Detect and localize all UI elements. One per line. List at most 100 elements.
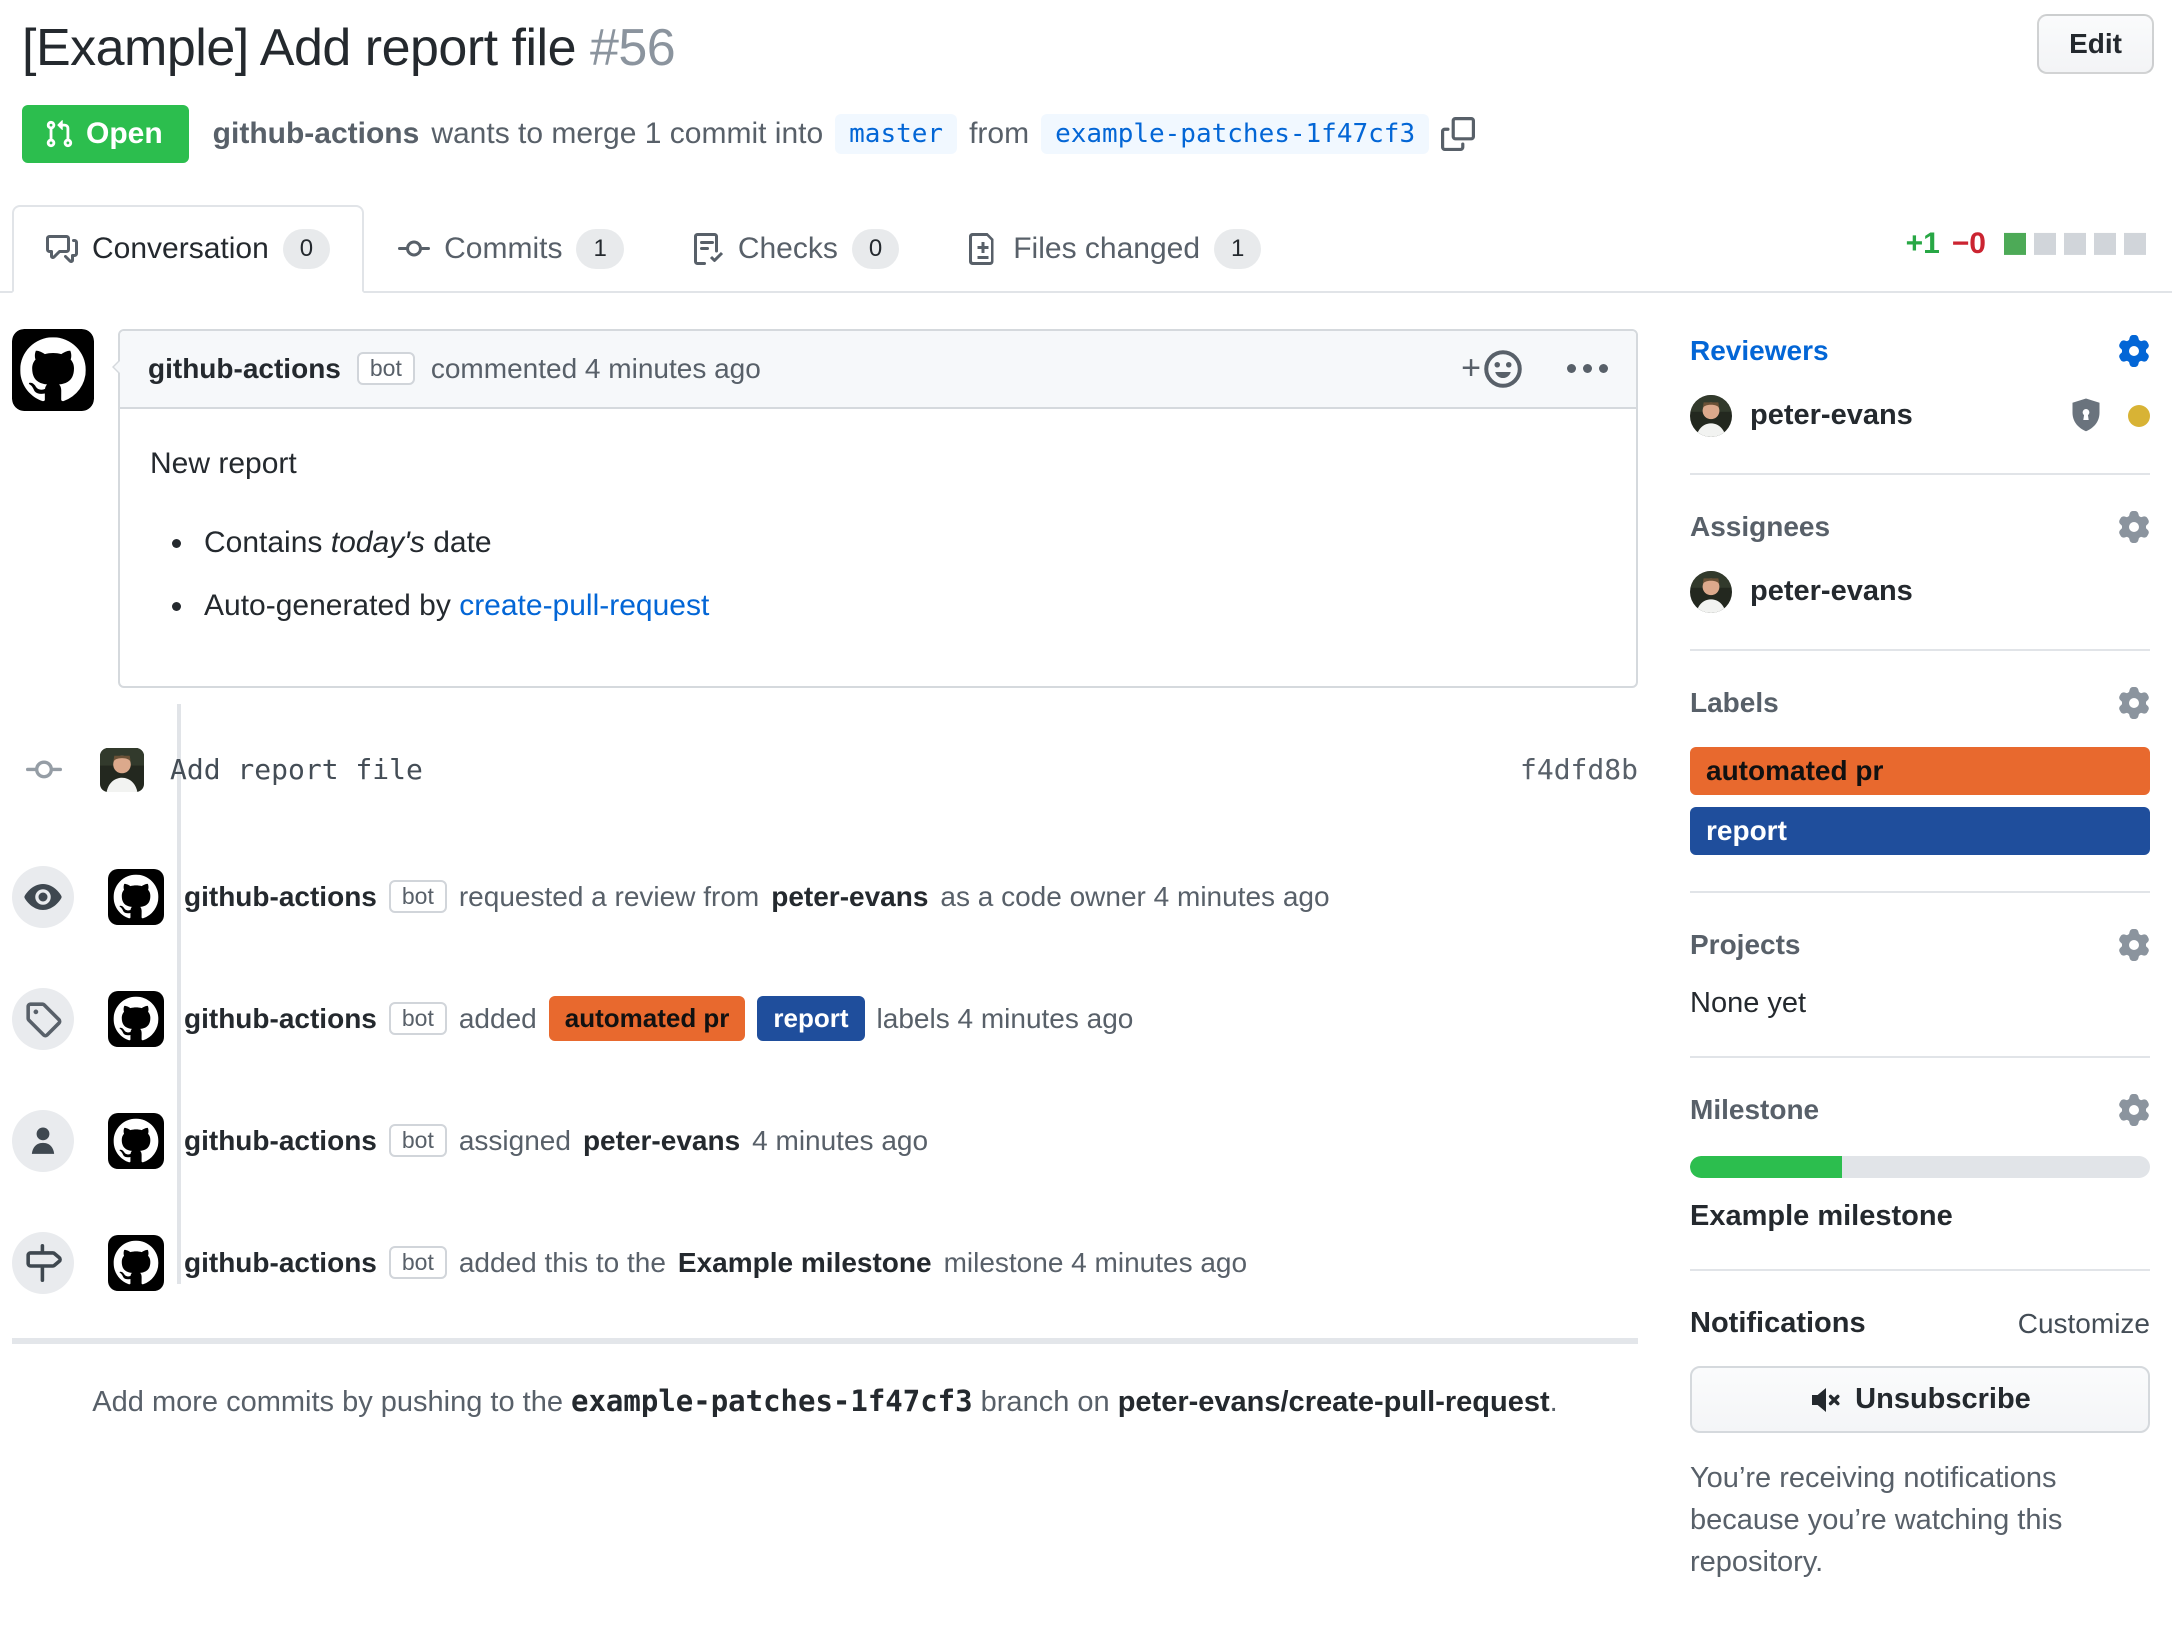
notifications-header: Notifications Customize — [1690, 1307, 2150, 1340]
event-verb: assigned — [459, 1125, 571, 1157]
assignee-name[interactable]: peter-evans — [1750, 575, 1913, 608]
event-text: github-actions bot added this to the Exa… — [184, 1246, 1247, 1279]
diff-block-added — [2004, 233, 2026, 255]
label-automated-pr[interactable]: automated pr — [1690, 747, 2150, 795]
sidebar-section-labels: Labels automated pr report — [1690, 681, 2150, 894]
state-label: Open — [86, 117, 163, 151]
unsubscribe-button[interactable]: Unsubscribe — [1690, 1366, 2150, 1433]
copy-icon — [1441, 117, 1475, 151]
base-branch-chip[interactable]: master — [835, 114, 957, 154]
milestone-gear-button[interactable] — [2118, 1094, 2150, 1126]
bot-badge: bot — [389, 1002, 447, 1035]
pr-number: #56 — [590, 19, 675, 77]
commit-message[interactable]: Add report file — [170, 753, 423, 786]
comment-options-button[interactable] — [1567, 364, 1608, 373]
additions-count: +1 — [1906, 227, 1940, 261]
projects-gear-button[interactable] — [2118, 929, 2150, 961]
content: github-actions bot commented 4 minutes a… — [0, 293, 2172, 1650]
tab-conversation[interactable]: Conversation 0 — [12, 205, 364, 293]
deletions-count: −0 — [1952, 227, 1986, 261]
label-report[interactable]: report — [757, 996, 864, 1042]
comment-body: New report Contains today's date Auto-ge… — [120, 409, 1636, 686]
page-title: [Example] Add report file #56 — [22, 16, 2146, 81]
tab-commits[interactable]: Commits 1 — [364, 205, 658, 293]
merge-summary: github-actions wants to merge 1 commit i… — [213, 114, 1475, 154]
event-target[interactable]: peter-evans — [771, 881, 928, 913]
timeline-end-divider — [12, 1338, 1638, 1344]
github-actions-avatar[interactable] — [108, 869, 164, 925]
github-actions-avatar[interactable] — [108, 1113, 164, 1169]
labels-header: Labels — [1690, 687, 2150, 719]
bullet-text: date — [425, 526, 492, 559]
comment: github-actions bot commented 4 minutes a… — [12, 329, 1638, 688]
reviewers-title[interactable]: Reviewers — [1690, 335, 1829, 367]
pr-author[interactable]: github-actions — [213, 117, 420, 151]
mute-icon — [1809, 1384, 1841, 1416]
event-target[interactable]: peter-evans — [583, 1125, 740, 1157]
sidebar-section-projects: Projects None yet — [1690, 923, 2150, 1058]
reviewers-header: Reviewers — [1690, 335, 2150, 367]
tab-files-changed[interactable]: Files changed 1 — [933, 205, 1295, 293]
bullet-text: Auto-generated by — [204, 589, 459, 622]
event-time: 4 minutes ago — [752, 1125, 928, 1157]
reviewer-row: peter-evans — [1690, 395, 2150, 437]
peter-evans-avatar[interactable] — [100, 748, 144, 792]
create-pull-request-link[interactable]: create-pull-request — [459, 589, 709, 622]
copy-branch-button[interactable] — [1441, 117, 1475, 151]
comment-author[interactable]: github-actions — [148, 353, 341, 385]
push-text: . — [1550, 1386, 1558, 1418]
customize-link[interactable]: Customize — [2018, 1308, 2150, 1340]
timeline-event-labels-added: github-actions bot added automated pr re… — [12, 988, 1638, 1050]
label-report[interactable]: report — [1690, 807, 2150, 855]
event-author[interactable]: github-actions — [184, 1125, 377, 1157]
event-author[interactable]: github-actions — [184, 1003, 377, 1035]
diff-block-neutral — [2064, 233, 2086, 255]
from-text: from — [969, 117, 1029, 151]
comment-list: Contains today's date Auto-generated by … — [150, 520, 1606, 628]
peter-evans-avatar[interactable] — [1690, 395, 1732, 437]
labels-gear-button[interactable] — [2118, 687, 2150, 719]
event-target[interactable]: Example milestone — [678, 1247, 932, 1279]
timeline: Add report file f4dfd8b github-actions b… — [12, 734, 1638, 1294]
label-automated-pr[interactable]: automated pr — [549, 996, 746, 1042]
sidebar-section-notifications: Notifications Customize Unsubscribe You’… — [1690, 1301, 2150, 1619]
tab-label: Commits — [444, 232, 562, 266]
notifications-title: Notifications — [1690, 1307, 1866, 1340]
assignees-gear-button[interactable] — [2118, 511, 2150, 543]
add-reaction-button[interactable]: + — [1461, 349, 1523, 389]
github-actions-avatar[interactable] — [12, 329, 94, 411]
comment-header: github-actions bot commented 4 minutes a… — [120, 331, 1636, 409]
diff-block-neutral — [2094, 233, 2116, 255]
timeline-event-review-requested: github-actions bot requested a review fr… — [12, 866, 1638, 928]
event-author[interactable]: github-actions — [184, 1247, 377, 1279]
merge-text: wants to merge 1 commit into — [431, 117, 823, 151]
edit-button[interactable]: Edit — [2037, 14, 2154, 74]
milestone-progress-bar — [1690, 1156, 2150, 1178]
reviewer-name[interactable]: peter-evans — [1750, 399, 1913, 432]
push-branch: example-patches-1f47cf3 — [571, 1384, 973, 1418]
comment-meta[interactable]: commented 4 minutes ago — [431, 353, 761, 385]
pending-review-dot — [2128, 405, 2150, 427]
conversation-icon — [46, 233, 78, 265]
head-branch-chip[interactable]: example-patches-1f47cf3 — [1041, 114, 1429, 154]
assignee-row: peter-evans — [1690, 571, 2150, 613]
projects-title: Projects — [1690, 929, 1801, 961]
push-text: Add more commits by pushing to the — [92, 1386, 571, 1418]
unsubscribe-label: Unsubscribe — [1855, 1383, 2031, 1416]
tab-navigation: Conversation 0 Commits 1 Checks 0 Files … — [0, 205, 2172, 293]
tab-checks[interactable]: Checks 0 — [658, 205, 933, 293]
milestone-name[interactable]: Example milestone — [1690, 1200, 2150, 1233]
event-time: labels 4 minutes ago — [877, 1003, 1134, 1035]
event-author[interactable]: github-actions — [184, 881, 377, 913]
tab-count: 0 — [283, 229, 330, 269]
pr-title-text: [Example] Add report file — [22, 19, 576, 77]
diffstat[interactable]: +1 −0 — [1906, 227, 2146, 261]
commit-sha[interactable]: f4dfd8b — [1520, 753, 1638, 786]
assignees-title: Assignees — [1690, 511, 1830, 543]
push-instructions: Add more commits by pushing to the examp… — [12, 1384, 1638, 1419]
comment-intro: New report — [150, 441, 1606, 486]
github-actions-avatar[interactable] — [108, 1235, 164, 1291]
peter-evans-avatar[interactable] — [1690, 571, 1732, 613]
reviewers-gear-button[interactable] — [2118, 335, 2150, 367]
github-actions-avatar[interactable] — [108, 991, 164, 1047]
